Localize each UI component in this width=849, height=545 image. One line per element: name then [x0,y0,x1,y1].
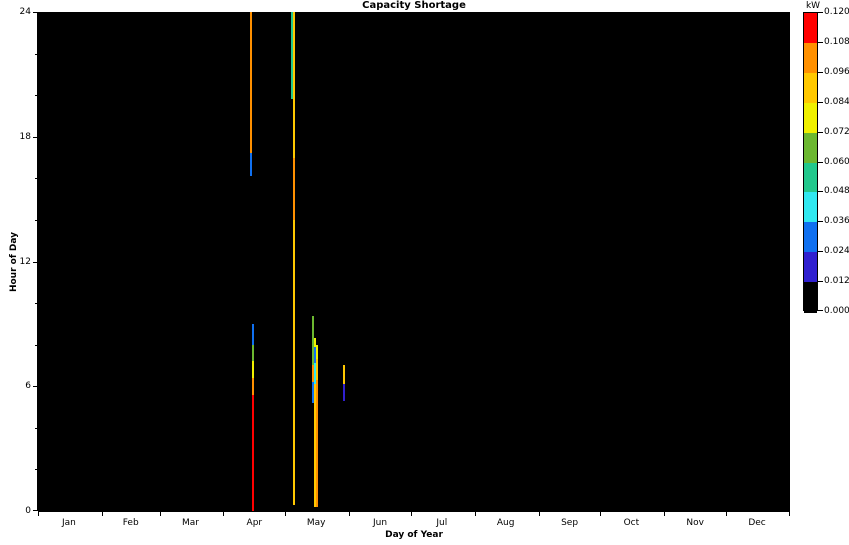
x-axis-tick-label: Dec [748,518,765,528]
colorbar-band [804,192,817,223]
heatmap-cell [343,365,345,384]
page-title: Capacity Shortage [38,0,790,12]
x-axis-label: Day of Year [38,530,790,540]
y-axis-line [37,12,38,511]
y-axis: 06121824 [0,12,38,511]
x-axis-tick-label: Jun [373,518,387,528]
colorbar-band [804,222,817,253]
x-axis-line [38,511,790,512]
colorbar-tick-label: 0.024 [824,246,849,256]
colorbar-tick [818,162,823,163]
heatmap-cell [316,345,318,360]
heatmap-cell [316,359,318,380]
heatmap-cell [293,12,295,158]
colorbar-tick [818,251,823,252]
colorbar-tick [818,281,823,282]
colorbar-tick [818,72,823,73]
colorbar-tick [818,132,823,133]
capacity-shortage-figure: Capacity Shortage 06121824 Hour of Day J… [0,0,849,545]
heatmap-cell [252,345,254,362]
colorbar-tick [818,310,823,311]
heatmap-cell [252,324,254,345]
colorbar-band [804,282,817,313]
y-axis-tick-label: 24 [20,7,31,17]
colorbar-tick-label: 0.012 [824,276,849,286]
x-axis-tick-label: Apr [247,518,263,528]
x-axis-tick-label: Aug [497,518,515,528]
y-axis-tick-label: 18 [20,132,31,142]
heatmap-cell [252,361,254,378]
colorbar-band [804,163,817,194]
heatmap-cell [343,384,345,401]
colorbar-band [804,43,817,74]
heatmap-column [316,12,318,511]
colorbar-tick-label: 0.096 [824,67,849,77]
x-axis-tick-label: Mar [182,518,199,528]
heatmap-column [293,12,295,511]
x-axis-tick-label: Feb [123,518,139,528]
colorbar-tick [818,12,823,13]
heatmap-cell [252,395,254,511]
colorbar-tick-label: 0.000 [824,306,849,316]
heatmap-cell [316,380,318,507]
heatmap-plot-area [38,12,790,511]
colorbar-tick-label: 0.036 [824,216,849,226]
colorbar-tick-label: 0.084 [824,97,849,107]
colorbar-tick-label: 0.060 [824,157,849,167]
x-axis-tick-label: Jul [436,518,447,528]
heatmap-cell [293,158,295,220]
x-axis-tick-label: Jan [62,518,76,528]
colorbar-tick-label: 0.108 [824,37,849,47]
colorbar-band [804,73,817,104]
x-axis-tick-label: Oct [624,518,640,528]
colorbar-tick-label: 0.120 [824,7,849,17]
colorbar-tick-label: 0.048 [824,186,849,196]
colorbar-title: kW [803,0,823,12]
colorbar-band [804,133,817,164]
colorbar-band [804,252,817,283]
y-axis-tick-label: 0 [25,506,31,516]
colorbar-tick [818,42,823,43]
heatmap-cell [293,220,295,505]
colorbar-tick-label: 0.072 [824,127,849,137]
colorbar-tick [818,221,823,222]
y-axis-tick-label: 6 [25,381,31,391]
colorbar-tick [818,191,823,192]
heatmap-cell [252,378,254,395]
y-axis-tick-label: 12 [20,257,31,267]
colorbar-strip [803,12,818,311]
colorbar-band [804,103,817,134]
x-axis-tick-label: Nov [686,518,704,528]
x-axis-tick-label: Sep [561,518,578,528]
colorbar-band [804,13,817,44]
heatmap-column [343,12,345,511]
colorbar: 0.1200.1080.0960.0840.0720.0600.0480.036… [803,12,849,311]
heatmap-column [252,12,254,511]
x-axis-tick-label: May [307,518,326,528]
colorbar-tick [818,102,823,103]
